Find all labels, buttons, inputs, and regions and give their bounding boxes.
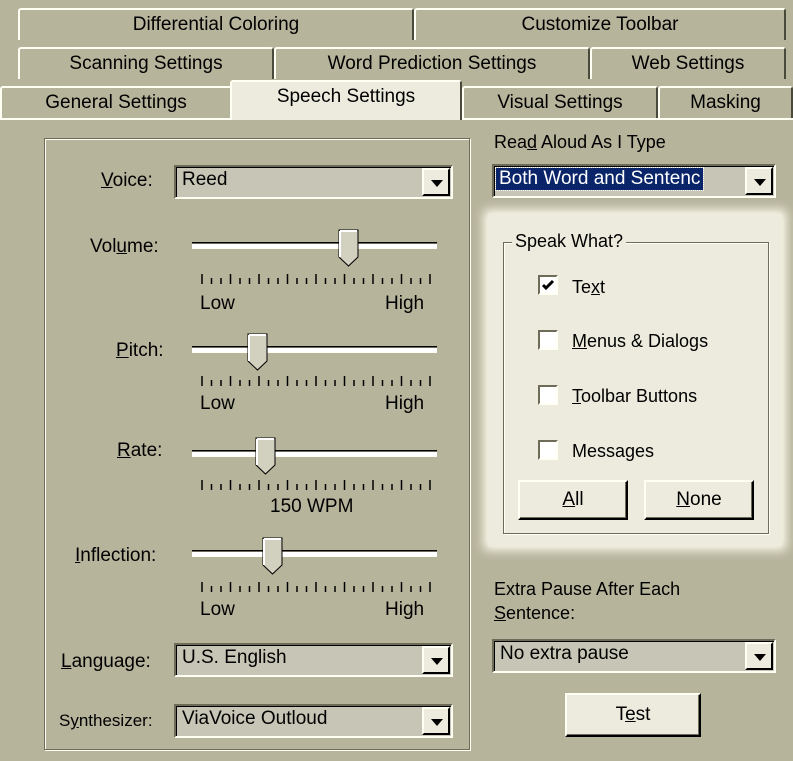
inflection-ticks <box>201 582 431 592</box>
voice-select[interactable]: Reed <box>174 165 453 199</box>
messages-checkbox[interactable] <box>538 440 558 460</box>
text-checkbox-label: Text <box>572 277 606 297</box>
inflection-low-label: Low <box>200 599 235 620</box>
language-value: U.S. English <box>182 647 287 668</box>
read-aloud-select[interactable]: Both Word and Sentenc <box>492 164 776 198</box>
tab-speech-settings[interactable]: Speech Settings <box>230 80 462 120</box>
rate-ticks <box>201 480 431 490</box>
chevron-down-icon[interactable] <box>745 642 773 670</box>
chevron-down-icon[interactable] <box>422 168 450 196</box>
pitch-high-label: High <box>385 393 425 414</box>
rate-label: Rate: <box>117 440 163 461</box>
pitch-slider-track[interactable] <box>192 347 437 353</box>
volume-ticks <box>201 274 431 284</box>
pitch-ticks <box>201 376 431 386</box>
tab-customize-toolbar[interactable]: Customize Toolbar <box>414 8 786 40</box>
tab-web-settings[interactable]: Web Settings <box>590 47 786 79</box>
extra-pause-select[interactable]: No extra pause <box>492 639 776 673</box>
extra-pause-label-line1: Extra Pause After Each <box>494 579 681 599</box>
volume-label: Volume: <box>90 236 159 257</box>
pitch-low-label: Low <box>200 393 235 414</box>
tab-scanning-settings[interactable]: Scanning Settings <box>18 47 274 79</box>
test-button[interactable]: Test <box>565 693 701 737</box>
inflection-high-label: High <box>385 599 425 620</box>
synthesizer-value: ViaVoice Outloud <box>182 708 328 729</box>
inflection-slider-track[interactable] <box>192 551 437 557</box>
tab-word-prediction-settings[interactable]: Word Prediction Settings <box>274 47 590 79</box>
menus-dialogs-label: Menus & Dialogs <box>572 331 709 351</box>
chevron-down-icon[interactable] <box>745 167 773 195</box>
tab-visual-settings[interactable]: Visual Settings <box>462 86 658 118</box>
extra-pause-label-line2: Sentence: <box>494 603 576 623</box>
rate-slider-thumb[interactable] <box>255 437 277 475</box>
volume-high-label: High <box>385 293 425 314</box>
volume-slider-track[interactable] <box>192 243 437 249</box>
inflection-slider-thumb[interactable] <box>262 537 284 575</box>
voice-value: Reed <box>182 169 228 190</box>
toolbar-buttons-checkbox[interactable] <box>538 385 558 405</box>
tab-general-settings[interactable]: General Settings <box>0 86 232 118</box>
pitch-slider-thumb[interactable] <box>247 333 269 371</box>
volume-low-label: Low <box>200 293 235 314</box>
extra-pause-value: No extra pause <box>500 643 629 664</box>
menus-dialogs-checkbox[interactable] <box>538 330 558 350</box>
pitch-label: Pitch: <box>116 340 164 361</box>
chevron-down-icon[interactable] <box>422 646 450 674</box>
speak-what-title: Speak What? <box>512 231 627 252</box>
tab-masking[interactable]: Masking <box>658 86 793 118</box>
rate-slider-track[interactable] <box>192 451 437 457</box>
none-button[interactable]: None <box>644 480 754 520</box>
inflection-label: Inflection: <box>75 545 157 566</box>
text-checkbox[interactable] <box>538 275 558 295</box>
synthesizer-label: Synthesizer: <box>59 711 153 730</box>
read-aloud-value: Both Word and Sentenc <box>494 167 705 191</box>
voice-label: Voice: <box>101 170 153 191</box>
all-button[interactable]: All <box>518 480 628 520</box>
messages-label: Messages <box>572 441 655 461</box>
tab-differential-coloring[interactable]: Differential Coloring <box>18 8 414 40</box>
read-aloud-label: Read Aloud As I Type <box>494 132 666 152</box>
volume-slider-thumb[interactable] <box>338 229 360 267</box>
checkmark-icon <box>541 279 555 291</box>
language-select[interactable]: U.S. English <box>174 643 453 677</box>
rate-readout: 150 WPM <box>270 496 354 517</box>
chevron-down-icon[interactable] <box>422 707 450 735</box>
toolbar-buttons-label: Toolbar Buttons <box>572 386 698 406</box>
synthesizer-select[interactable]: ViaVoice Outloud <box>174 704 453 738</box>
language-label: Language: <box>61 651 151 672</box>
